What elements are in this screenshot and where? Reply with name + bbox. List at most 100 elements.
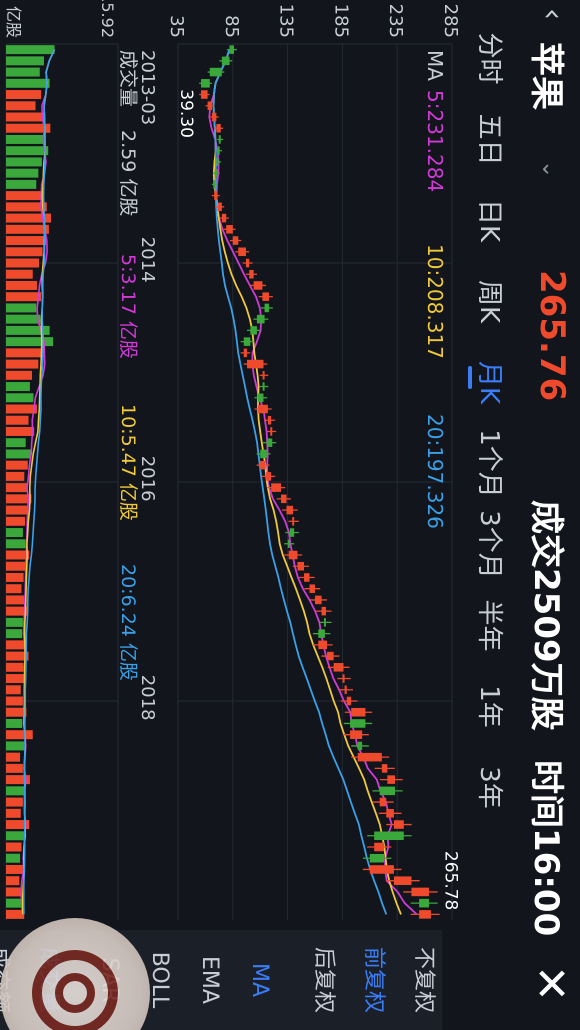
volume-bar	[5, 831, 25, 841]
volume-bar	[6, 696, 23, 706]
volume-bar	[6, 584, 22, 594]
volume-bar	[6, 280, 37, 290]
price-tick-label: 185	[330, 4, 351, 38]
candle-body	[258, 404, 268, 414]
candle-body	[201, 90, 208, 99]
volume-bar	[6, 842, 22, 852]
time-tick-label: 2013-03	[137, 50, 158, 125]
candle-body	[232, 236, 239, 245]
tab-2[interactable]: 日K	[466, 180, 516, 261]
ma5-legend: 5:231.284	[423, 90, 447, 192]
stock-title: 苹果	[526, 42, 566, 110]
close-icon[interactable]: ✕	[525, 965, 576, 1002]
candle-body	[229, 45, 235, 54]
ma20-legend: 20:197.326	[423, 414, 447, 529]
tab-4[interactable]: 月K	[466, 342, 516, 423]
volume-bar	[5, 516, 25, 526]
candle-body	[216, 123, 221, 133]
candle-body	[262, 371, 265, 380]
candle-body	[393, 876, 412, 885]
volume-bar	[6, 146, 49, 156]
volume-bar	[6, 45, 55, 55]
volume-bar	[6, 247, 43, 257]
candle-body	[374, 831, 404, 841]
volume-bar	[6, 415, 29, 425]
chevron-down-icon[interactable]: ⌄	[537, 160, 562, 178]
candle-body	[270, 427, 273, 436]
candle-body	[256, 314, 265, 324]
indicator-item-1[interactable]: 前复权	[360, 930, 392, 1030]
candle-body	[201, 79, 210, 88]
candle-body	[265, 472, 272, 481]
volume-bar	[6, 370, 33, 380]
volume-bar	[6, 56, 44, 66]
price-tick-label: 85	[221, 15, 242, 38]
indicator-item-3[interactable]: MA	[247, 930, 272, 1030]
tab-5[interactable]: 1个月	[466, 423, 516, 504]
indicator-item-2[interactable]: 后复权	[310, 930, 342, 1030]
candle-body	[369, 853, 385, 863]
tab-7[interactable]: 半年	[466, 585, 516, 666]
candle-body	[213, 180, 216, 189]
candle-body	[207, 101, 212, 111]
volume-bar	[5, 191, 42, 201]
volume-bar	[5, 90, 42, 100]
candle-body	[243, 348, 248, 358]
candle-body	[250, 326, 257, 335]
volume-bar	[6, 78, 50, 88]
candle-body	[209, 67, 222, 77]
candle-body	[211, 112, 217, 122]
candle-body	[346, 696, 352, 706]
candle-body	[411, 887, 429, 897]
volume-bar	[5, 786, 26, 796]
tab-6[interactable]: 3个月	[466, 504, 516, 585]
candle-body	[393, 820, 404, 829]
indicator-item-4[interactable]: EMA	[197, 930, 222, 1030]
volume-bar	[5, 292, 42, 302]
volume-bar	[6, 763, 23, 773]
volume-bar	[5, 382, 30, 392]
tab-9[interactable]: 3年	[466, 747, 516, 828]
candle-body	[350, 730, 363, 739]
volume-bar	[6, 718, 23, 728]
indicator-item-0[interactable]: 不复权	[410, 930, 442, 1030]
price-tick-label: 285	[440, 4, 460, 38]
tab-8[interactable]: 1年	[466, 666, 516, 747]
volume-bar	[5, 876, 20, 886]
indicator-item-5[interactable]: BOLL	[147, 930, 172, 1030]
volume-bar	[5, 808, 21, 818]
back-icon[interactable]: ‹	[535, 8, 570, 20]
candle-body	[379, 797, 387, 807]
candle-body	[386, 809, 394, 818]
volume-bar	[5, 853, 21, 863]
volume-bar	[6, 662, 24, 672]
price-tick-label: 35	[166, 15, 187, 38]
price-tick-label: 235	[385, 4, 406, 38]
volume-legend-value: 2.59 亿股	[117, 130, 139, 216]
candle-body	[266, 438, 273, 447]
candle-body	[258, 393, 264, 403]
tab-3[interactable]: 周K	[466, 261, 516, 342]
volume-bar	[6, 797, 23, 807]
kline-chart[interactable]: 285 235 185 135 85 35 MA 5:231.284 10:208.317 20:…	[0, 0, 460, 930]
volume-bar	[5, 112, 46, 122]
volume-bar	[5, 674, 26, 684]
candle-body	[245, 258, 250, 268]
candle-body	[357, 752, 382, 762]
candle-body	[286, 505, 294, 515]
candle-body	[217, 202, 222, 212]
tab-1[interactable]: 五日	[466, 99, 516, 180]
volume-bar	[6, 359, 39, 369]
volume-bar	[6, 337, 54, 347]
candle-body	[221, 56, 230, 66]
volume-max-label: 15.92	[98, 0, 117, 38]
candle-body	[271, 483, 282, 492]
volume-bar	[6, 134, 44, 144]
volume-bar	[6, 224, 49, 234]
volume-bar	[5, 752, 21, 762]
volume-bar	[5, 438, 26, 448]
candle-body	[288, 550, 298, 560]
candle-body	[226, 225, 233, 234]
volume-bar	[5, 539, 26, 549]
tab-0[interactable]: 分时	[466, 18, 516, 99]
